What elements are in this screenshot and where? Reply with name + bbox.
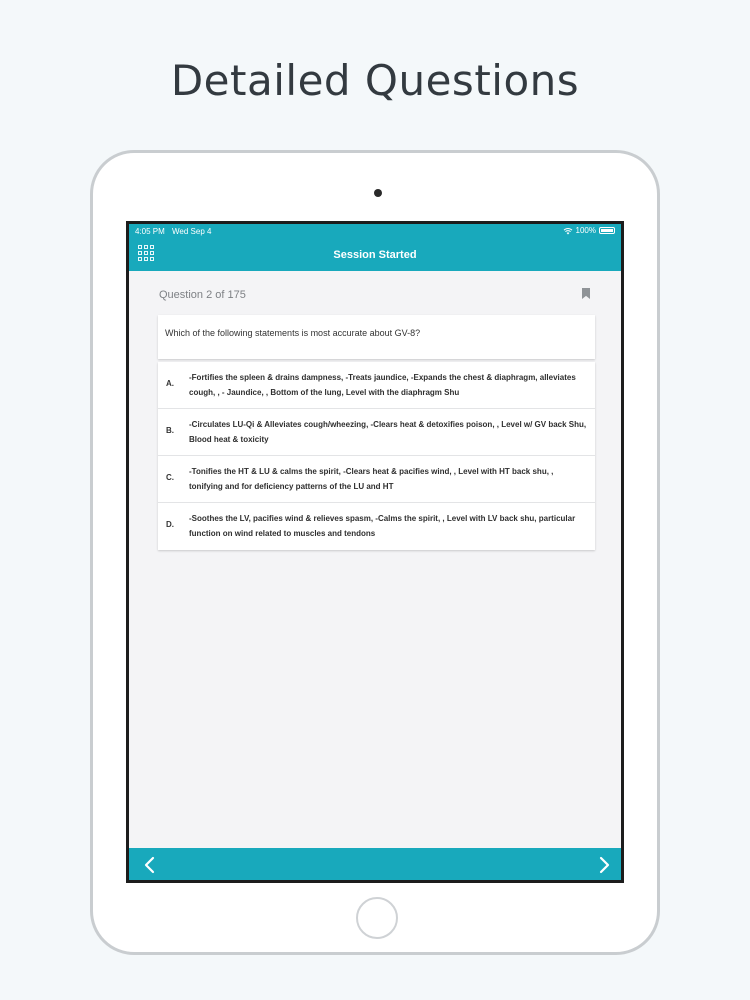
battery-percent: 100%: [575, 226, 596, 235]
answer-option-d[interactable]: D. -Soothes the LV, pacifies wind & reli…: [158, 503, 595, 550]
promo-headline: Detailed Questions: [170, 56, 580, 105]
question-counter: Question 2 of 175: [159, 289, 246, 301]
app-footer: [129, 848, 621, 880]
answer-text: -Fortifies the spleen & drains dampness,…: [189, 373, 576, 397]
answer-option-a[interactable]: A. -Fortifies the spleen & drains dampne…: [158, 362, 595, 409]
answer-letter: B.: [166, 426, 174, 435]
chevron-left-icon[interactable]: [142, 856, 160, 874]
wifi-icon: [563, 227, 572, 234]
home-button[interactable]: [356, 897, 398, 939]
status-bar: 4:05 PM Wed Sep 4 100%: [129, 224, 621, 238]
chevron-right-icon[interactable]: [594, 856, 612, 874]
camera-dot: [374, 189, 382, 197]
app-header: 4:05 PM Wed Sep 4 100% Session Started: [129, 224, 621, 271]
status-right: 100%: [563, 226, 615, 235]
status-date: Wed Sep 4: [172, 227, 212, 236]
answer-letter: C.: [166, 473, 174, 482]
app-screen: 4:05 PM Wed Sep 4 100% Session Started Q…: [126, 221, 624, 883]
bookmark-icon[interactable]: [582, 288, 590, 299]
answer-text: -Tonifies the HT & LU & calms the spirit…: [189, 467, 554, 491]
battery-icon: [599, 227, 615, 234]
answer-option-b[interactable]: B. -Circulates LU-Qi & Alleviates cough/…: [158, 409, 595, 456]
header-title: Session Started: [333, 249, 417, 261]
answer-list: A. -Fortifies the spleen & drains dampne…: [158, 362, 595, 550]
answer-letter: A.: [166, 379, 174, 388]
answer-option-c[interactable]: C. -Tonifies the HT & LU & calms the spi…: [158, 456, 595, 503]
answer-text: -Soothes the LV, pacifies wind & relieve…: [189, 514, 576, 538]
answer-letter: D.: [166, 520, 174, 529]
question-card: Which of the following statements is mos…: [158, 315, 595, 359]
question-text: Which of the following statements is mos…: [165, 328, 421, 338]
answer-text: -Circulates LU-Qi & Alleviates cough/whe…: [189, 420, 587, 444]
status-time: 4:05 PM: [135, 227, 165, 236]
